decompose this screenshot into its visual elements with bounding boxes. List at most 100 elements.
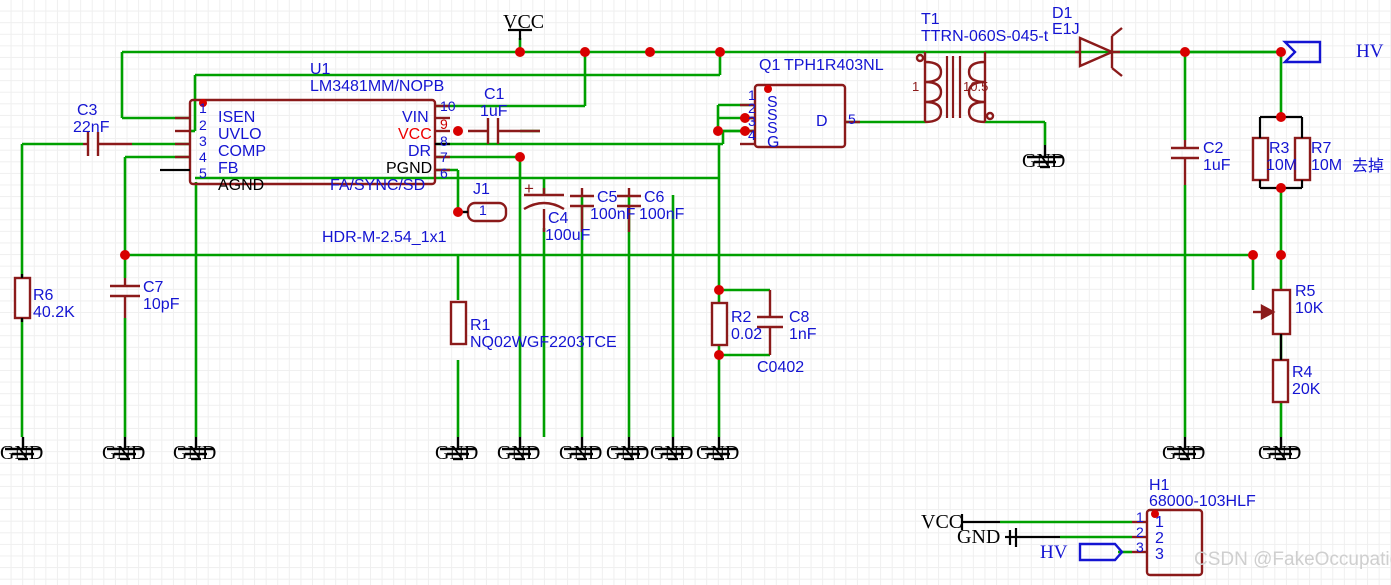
h1-designator: H1: [1149, 477, 1170, 494]
u1-pin-comp-label: COMP: [218, 143, 266, 160]
u1-pin-9-num: 9: [440, 116, 448, 132]
q1-designator: Q1: [759, 57, 781, 74]
q1-part: TPH1R403NL: [784, 57, 884, 74]
black-link-layer: [20, 28, 1304, 547]
h1-pin-3-num: 3: [1136, 539, 1144, 555]
gnd-label-1: GND: [0, 442, 44, 464]
r1-designator: R1: [470, 317, 491, 334]
gnd-label-2: GND: [102, 442, 146, 464]
r1-value: NQ02WGF2203TCE: [470, 334, 617, 351]
u1-pin-3-num: 3: [199, 133, 207, 149]
u1-pin-10-num: 10: [440, 98, 456, 114]
c8-designator: C8: [789, 309, 810, 326]
c1-value: 1uF: [480, 103, 508, 120]
r7-note: 去掉: [1352, 156, 1385, 175]
u1-pin-7-num: 7: [440, 149, 448, 165]
u1-pin-1-num: 1: [199, 100, 207, 116]
r3-designator: R3: [1269, 140, 1290, 157]
net-label-vcc-h1: VCC: [921, 511, 963, 533]
gnd-label-3: GND: [173, 442, 217, 464]
h1-pin-2-inner: 2: [1155, 530, 1164, 547]
q1-pin-5-num: 5: [848, 111, 856, 127]
net-label-hv-h1: HV: [1040, 542, 1068, 563]
hv-port-h1: [1078, 542, 1124, 562]
t1-designator: T1: [921, 11, 940, 28]
h1-pin-2-num: 2: [1136, 524, 1144, 540]
gnd-label-7: GND: [606, 442, 650, 464]
u1-pin-4-num: 4: [199, 149, 207, 165]
h1-pin-3-inner: 3: [1155, 546, 1164, 563]
u1-pin-dr-label: DR: [408, 143, 432, 160]
symbol-layer: [13, 27, 1312, 577]
r4-value: 20K: [1292, 381, 1321, 398]
r4-designator: R4: [1292, 364, 1313, 381]
gnd-label-10: GND: [1162, 442, 1206, 464]
c5-designator: C5: [597, 189, 618, 206]
u1-pin-fasyncsd-label: FA/SYNC/SD: [330, 177, 426, 194]
gnd-label-5: GND: [497, 442, 541, 464]
u1-pin-vin-label: VIN: [402, 109, 429, 126]
gnd-label-12: GND: [1022, 150, 1066, 172]
u1-pin-fb-label: FB: [218, 160, 239, 177]
c3-value: 22nF: [73, 119, 110, 136]
net-label-gnd-h1: GND: [957, 526, 1001, 548]
d1-part: E1J: [1052, 21, 1080, 38]
c7-designator: C7: [143, 279, 164, 296]
r6-value: 40.2K: [33, 304, 75, 321]
c5-value: 100nF: [590, 206, 636, 223]
r2-value: 0.02: [731, 326, 763, 343]
c3-designator: C3: [77, 102, 98, 119]
gnd-label-4: GND: [435, 442, 479, 464]
c6-value: 100nF: [639, 206, 685, 223]
r7-designator: R7: [1311, 140, 1332, 157]
j1-body: [466, 201, 508, 223]
u1-designator: U1: [310, 61, 331, 78]
c1-designator: C1: [484, 86, 505, 103]
gnd-label-9: GND: [696, 442, 740, 464]
r5-value: 10K: [1295, 300, 1324, 317]
gnd-label-6: GND: [559, 442, 603, 464]
net-label-hv-right: HV: [1356, 41, 1384, 62]
watermark-text: CSDN @FakeOccupational: [1194, 549, 1391, 570]
gnd-label-8: GND: [650, 442, 694, 464]
t1-secondary-turns: 10.5: [963, 79, 989, 94]
h1-pin-1-num: 1: [1136, 509, 1144, 525]
c4-polarity-marker: +: [524, 179, 534, 198]
u1-pin-agnd-label: AGND: [218, 177, 265, 194]
u1-pin-8-num: 8: [440, 133, 448, 149]
u1-pin-isen-label: ISEN: [218, 109, 256, 126]
h1-part: 68000-103HLF: [1149, 493, 1256, 510]
u1-pin-5-num: 5: [199, 165, 207, 181]
j1-pin-1-num: 1: [479, 202, 487, 218]
u1-pin-6-num: 6: [440, 165, 448, 181]
r5-designator: R5: [1295, 283, 1316, 300]
r3-value: 10M: [1266, 157, 1298, 174]
j1-designator: J1: [473, 181, 490, 198]
c2-value: 1uF: [1203, 157, 1231, 174]
c2-designator: C2: [1203, 140, 1224, 157]
u1-part: LM3481MM/NOPB: [310, 78, 445, 95]
t1-primary-turns: 1: [912, 79, 920, 94]
c6-designator: C6: [644, 189, 665, 206]
t1-part: TTRN-060S-045-t: [921, 28, 1049, 45]
u1-pin-uvlo-label: UVLO: [218, 126, 262, 143]
net-label-vcc-top: VCC: [503, 11, 545, 33]
c8-value: 1nF: [789, 326, 817, 343]
c4-value: 100uF: [545, 227, 591, 244]
j1-part: HDR-M-2.54_1x1: [322, 229, 447, 246]
q1-pin-g-label: G: [767, 134, 780, 151]
r6-designator: R6: [33, 287, 54, 304]
c7-value: 10pF: [143, 296, 180, 313]
wire-layer: [20, 38, 1285, 437]
r2-designator: R2: [731, 309, 752, 326]
schematic-sheet: VCC U1 LM3481MM/NOPB 1 2 3 4 5 ISEN UVLO…: [0, 0, 1391, 585]
u1-pin-pgnd-label: PGND: [386, 160, 433, 177]
h1-pin-1-inner: 1: [1155, 514, 1164, 531]
hv-port-right: [1282, 40, 1322, 64]
c4-designator: C4: [548, 210, 569, 227]
c8-footprint: C0402: [757, 359, 805, 376]
r7-value: 10M: [1311, 157, 1343, 174]
q1-pin-4-num: 4: [748, 127, 756, 143]
u1-pin-vcc-label: VCC: [398, 126, 432, 143]
gnd-label-11: GND: [1258, 442, 1302, 464]
